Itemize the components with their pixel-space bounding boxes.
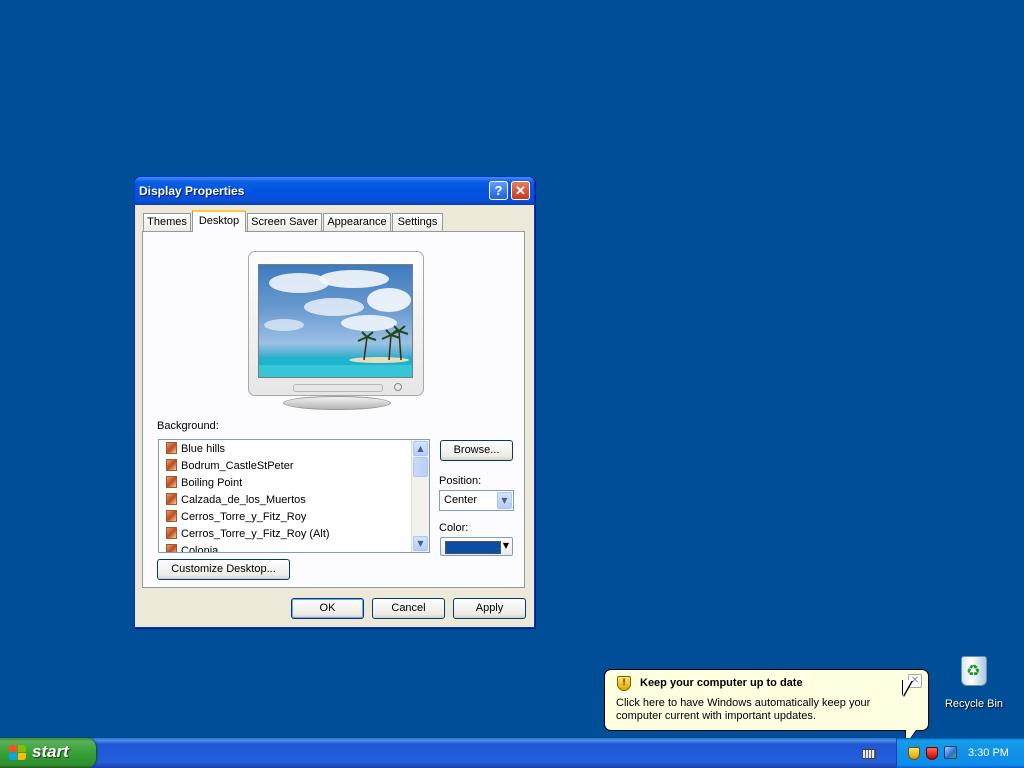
windows-logo-icon — [9, 745, 27, 761]
keyboard-icon[interactable] — [862, 749, 876, 759]
monitor-bezel-strip — [293, 384, 383, 392]
ok-button[interactable]: OK — [291, 598, 364, 619]
system-tray: 3:30 PM — [896, 738, 1024, 768]
start-button[interactable]: start — [0, 738, 96, 768]
image-file-icon — [166, 544, 177, 552]
image-file-icon — [166, 459, 177, 471]
display-properties-dialog: Display Properties ? ✕ Themes Desktop Sc… — [134, 176, 535, 628]
list-item[interactable]: Calzada_de_los_Muertos — [166, 492, 306, 508]
list-item-label: Cerros_Torre_y_Fitz_Roy — [181, 511, 307, 523]
help-button[interactable]: ? — [489, 181, 508, 200]
tab-screen-saver[interactable]: Screen Saver — [247, 213, 322, 231]
browse-button[interactable]: Browse... — [440, 440, 513, 461]
list-item[interactable]: Cerros_Torre_y_Fitz_Roy — [166, 509, 306, 525]
color-label: Color: — [439, 522, 469, 534]
background-listbox[interactable]: Blue hills Bodrum_CastleStPeter Boiling … — [158, 439, 430, 553]
list-item-label: Blue hills — [181, 443, 226, 455]
color-swatch — [445, 541, 501, 554]
chevron-down-icon: ▼ — [502, 541, 509, 550]
monitor-stand — [283, 396, 391, 410]
image-file-icon — [166, 442, 177, 454]
clock[interactable]: 3:30 PM — [968, 747, 1009, 759]
window-title: Display Properties — [139, 184, 245, 198]
mouse-cursor-icon — [903, 680, 912, 696]
notification-balloon[interactable]: ! Keep your computer up to date Click he… — [604, 669, 929, 731]
balloon-message[interactable]: Click here to have Windows automatically… — [616, 697, 916, 723]
tab-appearance[interactable]: Appearance — [323, 213, 391, 231]
desktop-tab-panel: Background: Blue hills Bodrum_CastleStPe… — [142, 231, 525, 588]
wallpaper-image — [259, 270, 412, 377]
position-select[interactable]: Center ▼ — [439, 490, 514, 511]
image-file-icon — [166, 476, 177, 488]
background-label: Background: — [157, 420, 219, 432]
title-bar[interactable]: Display Properties ? ✕ — [135, 177, 534, 205]
list-item[interactable]: Boiling Point — [166, 475, 242, 491]
list-scrollbar[interactable]: ▲ ▼ — [411, 440, 429, 552]
image-file-icon — [166, 527, 177, 539]
recycle-bin-icon — [961, 656, 987, 686]
monitor-preview — [248, 251, 424, 396]
scroll-thumb[interactable] — [413, 457, 428, 477]
list-item-label: Bodrum_CastleStPeter — [181, 460, 294, 472]
color-picker-button[interactable]: ▼ — [440, 537, 513, 556]
tab-themes[interactable]: Themes — [143, 213, 191, 231]
security-shield-icon: ! — [617, 676, 631, 691]
list-item[interactable]: Blue hills — [166, 441, 225, 457]
scroll-down-icon[interactable]: ▼ — [413, 536, 428, 551]
balloon-title: Keep your computer up to date — [640, 677, 803, 689]
desktop-icon-label: Recycle Bin — [944, 698, 1004, 710]
scroll-up-icon[interactable]: ▲ — [413, 441, 428, 456]
list-item-label: Cerros_Torre_y_Fitz_Roy (Alt) — [181, 528, 330, 540]
wallpaper-preview — [258, 264, 413, 378]
list-item-label: Boiling Point — [181, 477, 243, 489]
tab-settings[interactable]: Settings — [392, 213, 443, 231]
recycle-bin-desktop-icon[interactable]: Recycle Bin — [942, 656, 1006, 712]
list-item-label: Calzada_de_los_Muertos — [181, 494, 306, 506]
chevron-down-icon[interactable]: ▼ — [497, 492, 512, 509]
customize-desktop-button[interactable]: Customize Desktop... — [157, 559, 290, 580]
cancel-button[interactable]: Cancel — [372, 598, 445, 619]
position-value: Center — [444, 494, 478, 506]
list-item[interactable]: Cerros_Torre_y_Fitz_Roy (Alt) — [166, 526, 330, 542]
monitor-power-icon — [394, 383, 402, 391]
security-alert-icon[interactable] — [926, 747, 938, 760]
image-file-icon — [166, 493, 177, 505]
close-button[interactable]: ✕ — [511, 181, 530, 200]
list-item[interactable]: Colonia — [166, 543, 219, 553]
start-label: start — [32, 742, 69, 761]
list-item[interactable]: Bodrum_CastleStPeter — [166, 458, 294, 474]
list-item-label: Colonia — [181, 545, 219, 553]
apply-button[interactable]: Apply — [453, 598, 526, 619]
security-shield-icon[interactable] — [908, 747, 920, 760]
position-label: Position: — [439, 475, 482, 487]
image-file-icon — [166, 510, 177, 522]
network-icon[interactable] — [944, 746, 957, 759]
tab-desktop[interactable]: Desktop — [192, 210, 246, 232]
